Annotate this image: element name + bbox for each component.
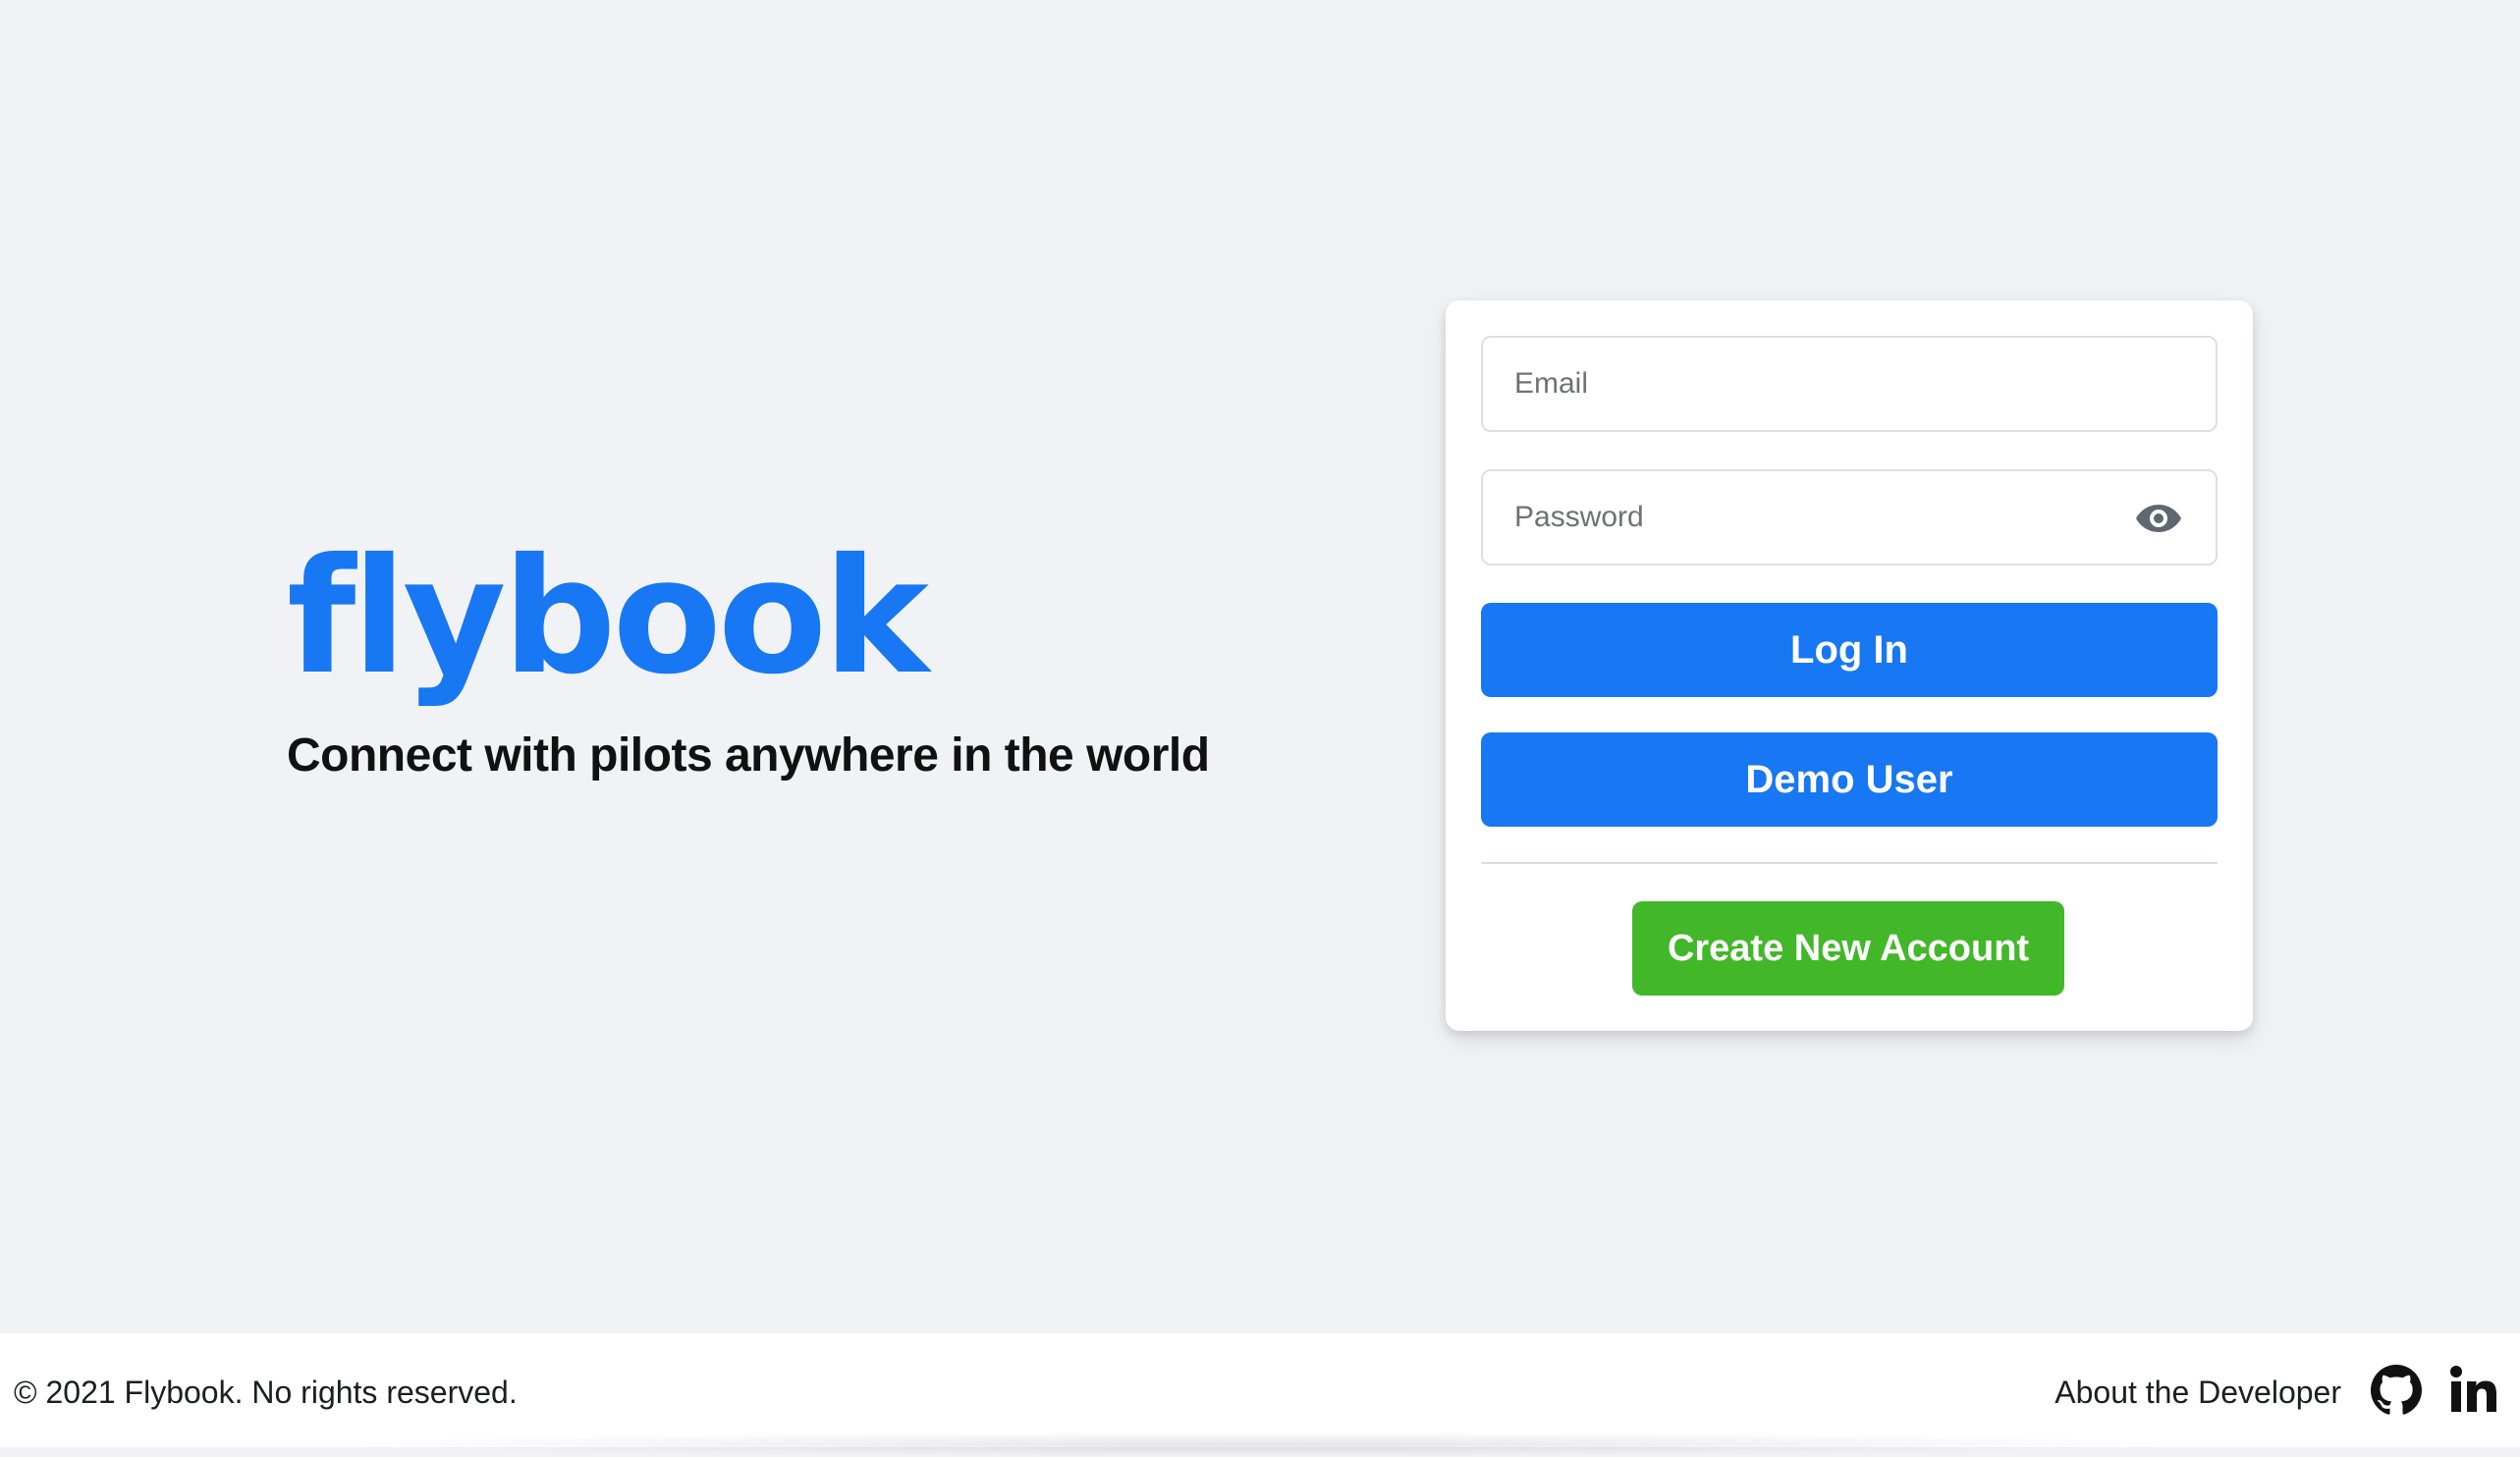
- flybook-logo: flybook: [287, 525, 929, 710]
- email-field-wrapper: [1481, 336, 2218, 432]
- demo-user-button[interactable]: Demo User: [1481, 732, 2218, 827]
- eye-icon[interactable]: [2135, 499, 2182, 538]
- password-input[interactable]: [1483, 471, 2216, 564]
- copyright-text: © 2021 Flybook. No rights reserved.: [14, 1375, 518, 1410]
- linkedin-icon[interactable]: [2449, 1365, 2498, 1414]
- login-card: Log In Demo User Create New Account: [1446, 300, 2253, 1031]
- login-button[interactable]: Log In: [1481, 603, 2218, 697]
- github-icon[interactable]: [2371, 1365, 2422, 1416]
- about-developer-link[interactable]: About the Developer: [2054, 1375, 2341, 1411]
- footer-shadow: [334, 1431, 2186, 1457]
- divider: [1481, 862, 2218, 864]
- tagline: Connect with pilots anywhere in the worl…: [287, 729, 1210, 782]
- create-account-button[interactable]: Create New Account: [1632, 901, 2064, 996]
- password-field-wrapper: [1481, 469, 2218, 566]
- brand-section: flybook Connect with pilots anywhere in …: [287, 538, 1308, 782]
- email-input[interactable]: [1483, 338, 2216, 430]
- footer: © 2021 Flybook. No rights reserved. Abou…: [0, 1333, 2520, 1457]
